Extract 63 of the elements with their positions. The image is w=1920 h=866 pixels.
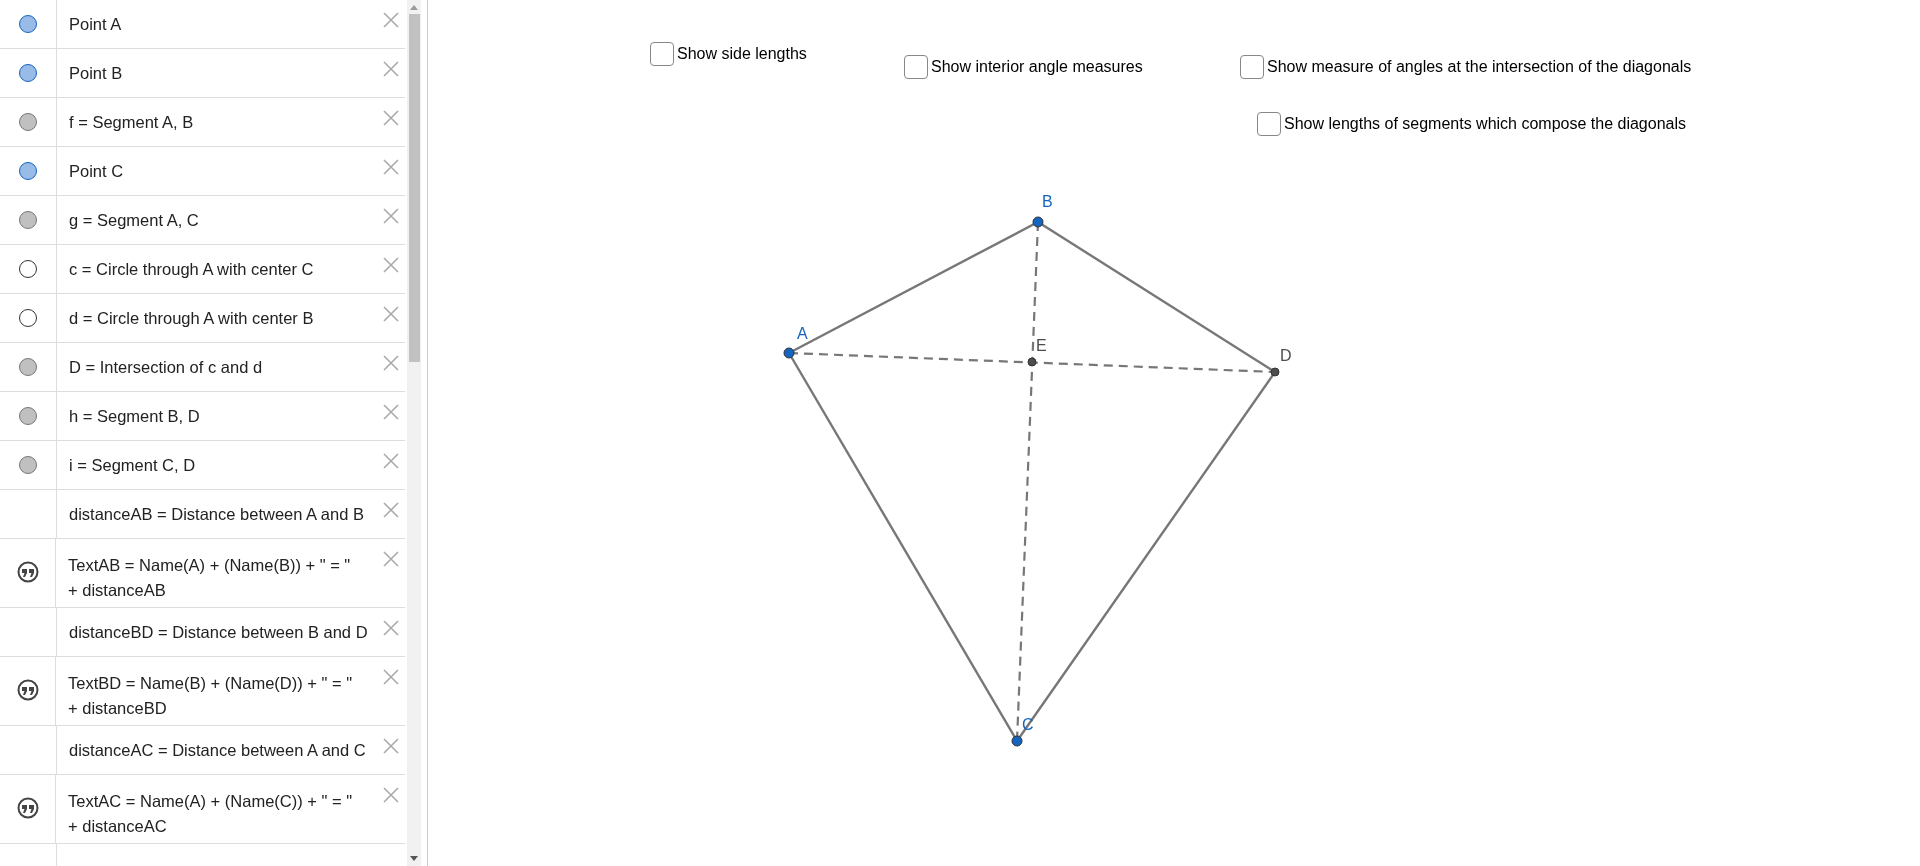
visibility-toggle[interactable]: [19, 260, 37, 278]
visibility-toggle[interactable]: [19, 64, 37, 82]
checkbox-label: Show measure of angles at the intersection of the diagonals: [1267, 58, 1692, 76]
checkbox[interactable]: [650, 42, 674, 66]
visibility-toggle[interactable]: [19, 162, 37, 180]
visibility-toggle[interactable]: [19, 113, 37, 131]
visibility-toggle[interactable]: [19, 456, 37, 474]
delete-icon[interactable]: [383, 12, 399, 28]
point-label: A: [797, 325, 808, 342]
delete-icon[interactable]: [383, 453, 399, 469]
algebra-entry[interactable]: f = Segment A, B: [69, 109, 194, 135]
delete-icon[interactable]: [383, 620, 399, 636]
visibility-toggle[interactable]: [19, 407, 37, 425]
algebra-entry[interactable]: c = Circle through A with center C: [69, 256, 314, 282]
checkbox-label: Show side lengths: [677, 45, 807, 63]
quote-icon[interactable]: [16, 679, 39, 701]
point-marker[interactable]: [1270, 367, 1280, 377]
algebra-entry[interactable]: TextBD = Name(B) + (Name(D)) + " = " + distanceBD: [68, 671, 353, 721]
delete-icon[interactable]: [383, 404, 399, 420]
delete-icon[interactable]: [383, 738, 399, 754]
scrollbar[interactable]: [407, 0, 421, 866]
checkbox[interactable]: [904, 55, 928, 79]
algebra-entry[interactable]: distanceBD = Distance between B and D: [69, 619, 368, 645]
quote-icon[interactable]: [16, 797, 39, 819]
point-label: B: [1042, 193, 1053, 210]
checkbox-label: Show lengths of segments which compose the diagonals: [1284, 115, 1686, 133]
point-label: D: [1280, 347, 1292, 364]
delete-icon[interactable]: [383, 551, 399, 567]
quote-icon[interactable]: [16, 561, 39, 583]
point-marker[interactable]: [1032, 216, 1044, 228]
delete-icon[interactable]: [383, 159, 399, 175]
checkbox[interactable]: [1240, 55, 1264, 79]
delete-icon[interactable]: [383, 787, 399, 803]
delete-icon[interactable]: [383, 355, 399, 371]
delete-icon[interactable]: [383, 110, 399, 126]
algebra-entry[interactable]: distanceAC = Distance between A and C: [69, 737, 366, 763]
algebra-entry[interactable]: Point A: [69, 11, 122, 37]
visibility-toggle[interactable]: [19, 211, 37, 229]
algebra-entry[interactable]: distanceAB = Distance between A and B: [69, 501, 364, 527]
algebra-entry[interactable]: d = Circle through A with center B: [69, 305, 314, 331]
delete-icon[interactable]: [383, 257, 399, 273]
algebra-entry[interactable]: TextAC = Name(A) + (Name(C)) + " = " + distanceAC: [68, 789, 353, 839]
visibility-toggle[interactable]: [19, 358, 37, 376]
algebra-entry[interactable]: D = Intersection of c and d: [69, 354, 263, 380]
algebra-entry[interactable]: h = Segment B, D: [69, 403, 200, 429]
point-marker[interactable]: [783, 347, 795, 359]
algebra-entry[interactable]: i = Segment C, D: [69, 452, 196, 478]
point-label: E: [1036, 337, 1047, 354]
delete-icon[interactable]: [383, 502, 399, 518]
checkbox-label: Show interior angle measures: [931, 58, 1143, 76]
algebra-entry[interactable]: g = Segment A, C: [69, 207, 199, 233]
delete-icon[interactable]: [383, 208, 399, 224]
algebra-entry[interactable]: Point C: [69, 158, 124, 184]
delete-icon[interactable]: [383, 61, 399, 77]
algebra-entry[interactable]: TextAB = Name(A) + (Name(B)) + " = " + distanceAB: [68, 553, 351, 603]
checkbox[interactable]: [1257, 112, 1281, 136]
point-marker[interactable]: [1027, 357, 1037, 367]
algebra-entry[interactable]: Point B: [69, 60, 123, 86]
point-marker[interactable]: [1011, 735, 1023, 747]
delete-icon[interactable]: [383, 306, 399, 322]
visibility-toggle[interactable]: [19, 15, 37, 33]
delete-icon[interactable]: [383, 669, 399, 685]
visibility-toggle[interactable]: [19, 309, 37, 327]
